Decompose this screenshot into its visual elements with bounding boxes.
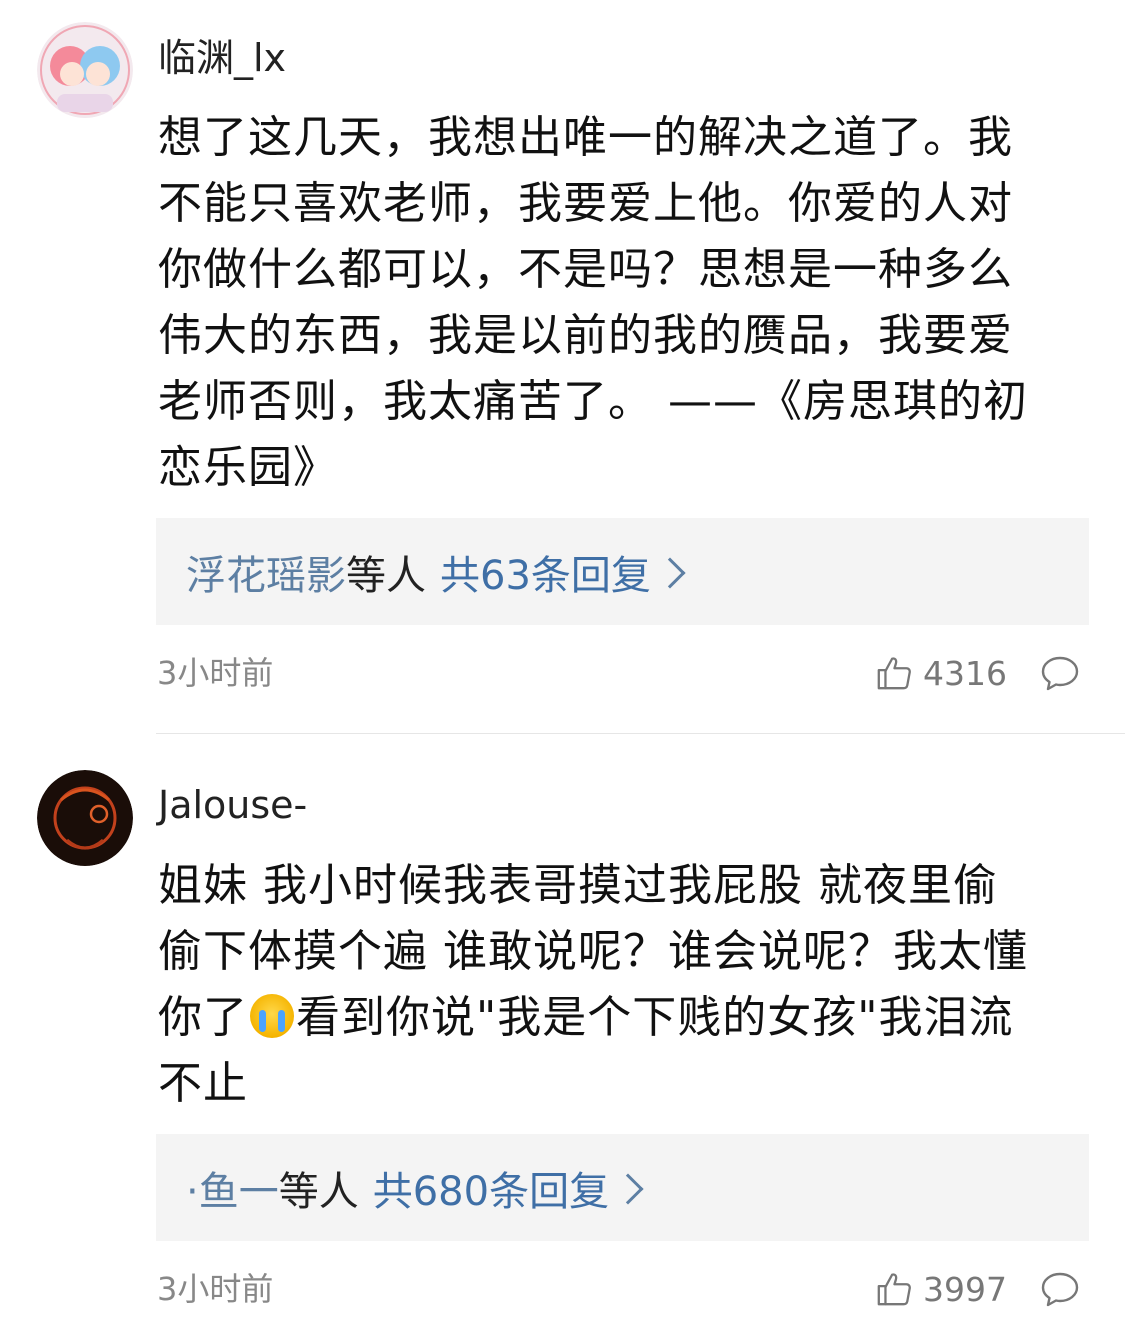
comment-line: 想了这几天，我想出唯一的解决之道了。我 xyxy=(158,112,1013,163)
comment-bubble-icon[interactable] xyxy=(1040,1269,1080,1309)
comment-line: 老师否则，我太痛苦了。 ——《房思琪的初 xyxy=(158,376,1028,427)
replies-preview[interactable]: ·鱼一 等人 共680条回复 xyxy=(156,1134,1089,1241)
comment-text: 姐妹 我小时候我表哥摸过我屁股 就夜里偷 偷下体摸个遍 谁敢说呢？谁会说呢？我太… xyxy=(158,853,1093,1117)
comment-line: 伟大的东西，我是以前的我的赝品，我要爱 xyxy=(158,310,1013,361)
reply-names[interactable]: 浮花瑶影 xyxy=(186,543,346,601)
chevron-right-icon xyxy=(654,556,686,589)
comment-line: 不能只喜欢老师，我要爱上他。你爱的人对 xyxy=(158,178,1013,229)
reply-count[interactable]: 共63条回复 xyxy=(440,543,651,601)
reply-others-label: 等人 xyxy=(278,1168,359,1215)
avatar[interactable] xyxy=(37,770,133,866)
comment-text: 想了这几天，我想出唯一的解决之道了。我 不能只喜欢老师，我要爱上他。你爱的人对 … xyxy=(158,105,1093,501)
thumbs-up-icon xyxy=(877,657,911,690)
comment-line-part: 看到你说"我是个下贱的女孩"我泪流 xyxy=(296,992,1014,1043)
username[interactable]: 临渊_lx xyxy=(158,35,286,81)
crying-face-icon xyxy=(250,994,294,1038)
chevron-right-icon xyxy=(612,1172,644,1205)
comment-line: 恋乐园》 xyxy=(158,442,338,493)
replies-preview[interactable]: 浮花瑶影 等人 共63条回复 xyxy=(156,518,1089,625)
like-button[interactable]: 3997 xyxy=(875,1264,1007,1314)
anime-avatar-icon xyxy=(37,22,133,118)
like-button[interactable]: 4316 xyxy=(875,648,1007,698)
comment-meta: 3小时前 3997 xyxy=(0,1264,1125,1314)
comment-line: 偷下体摸个遍 谁敢说呢？谁会说呢？我太懂 xyxy=(158,926,1028,977)
comment-line: 你了 看到你说"我是个下贱的女孩"我泪流 xyxy=(158,985,1093,1051)
timestamp: 3小时前 xyxy=(157,1270,274,1308)
reply-count[interactable]: 共680条回复 xyxy=(373,1159,609,1217)
reply-others-label: 等人 xyxy=(346,552,426,599)
neon-art-avatar-icon xyxy=(37,770,133,866)
like-count: 3997 xyxy=(923,1269,1007,1309)
comment-line-part: 你了 xyxy=(158,992,248,1043)
comment-meta: 3小时前 4316 xyxy=(0,648,1125,698)
comment-line: 姐妹 我小时候我表哥摸过我屁股 就夜里偷 xyxy=(158,860,998,911)
comment-line: 不止 xyxy=(158,1058,248,1109)
comment-line: 你做什么都可以，不是吗？思想是一种多么 xyxy=(158,244,1013,295)
comment-bubble-icon[interactable] xyxy=(1040,653,1080,693)
avatar[interactable] xyxy=(37,22,133,118)
divider xyxy=(156,733,1125,734)
reply-names[interactable]: ·鱼一 xyxy=(186,1159,279,1217)
like-count: 4316 xyxy=(923,653,1007,693)
timestamp: 3小时前 xyxy=(157,654,274,692)
thumbs-up-icon xyxy=(877,1273,911,1306)
username[interactable]: Jalouse- xyxy=(158,782,307,828)
